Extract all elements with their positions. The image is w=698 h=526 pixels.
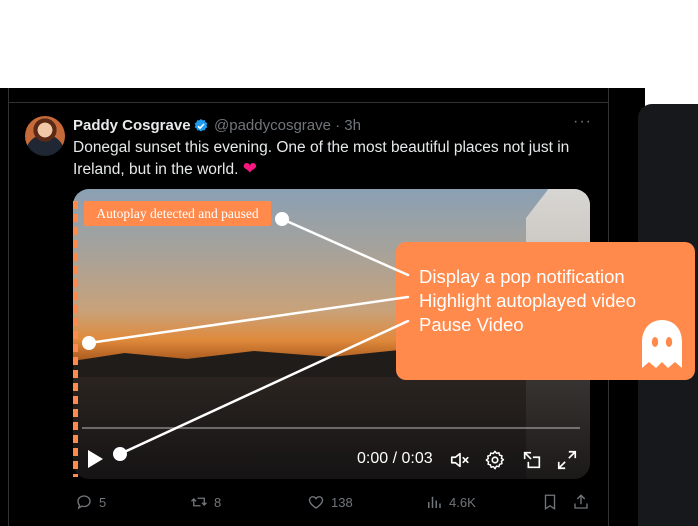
heart-emoji: ❤ — [242, 159, 257, 178]
share-icon — [574, 494, 588, 509]
muted-speaker-icon[interactable] — [449, 449, 471, 471]
handle-and-time[interactable]: @paddycosgrave · 3h — [214, 117, 361, 134]
repost-icon — [191, 497, 207, 507]
views-button[interactable]: 4.6K — [425, 493, 476, 511]
ghost-icon — [642, 320, 682, 368]
popup-line-highlight: Highlight autoplayed video — [419, 290, 637, 311]
popup-line-pause: Pause Video — [419, 314, 524, 335]
autoplay-highlight-border — [73, 201, 78, 477]
tweet-divider — [8, 102, 608, 103]
bookmark-button[interactable] — [541, 493, 559, 511]
like-button[interactable]: 138 — [307, 493, 353, 511]
more-options-button[interactable]: ··· — [573, 113, 592, 131]
timeline-border-left — [8, 88, 9, 526]
views-chart-icon — [428, 496, 441, 508]
repost-button[interactable]: 8 — [190, 493, 221, 511]
play-icon[interactable] — [86, 449, 104, 469]
picture-in-picture-icon[interactable] — [521, 449, 543, 471]
autoplay-notice: Autoplay detected and paused — [84, 201, 271, 226]
tweet-body: Donegal sunset this evening. One of the … — [73, 139, 570, 178]
reply-icon — [77, 495, 91, 510]
avatar[interactable] — [25, 116, 65, 156]
share-button[interactable] — [572, 493, 590, 511]
popup-line-notification: Display a pop notification — [419, 266, 625, 287]
heart-outline-icon — [308, 496, 324, 509]
gear-icon[interactable] — [484, 449, 506, 471]
reply-button[interactable]: 5 — [75, 493, 106, 511]
reply-count: 5 — [99, 494, 107, 510]
video-progress-bar[interactable] — [82, 427, 580, 429]
verified-badge-icon — [194, 119, 208, 132]
like-count: 138 — [331, 494, 353, 510]
repost-count: 8 — [214, 494, 222, 510]
expand-icon[interactable] — [556, 449, 578, 471]
bookmark-icon — [544, 494, 556, 511]
author-name[interactable]: Paddy Cosgrave — [73, 117, 191, 134]
video-timestamp: 0:00 / 0:03 — [357, 450, 433, 467]
tweet-text: Donegal sunset this evening. One of the … — [73, 137, 593, 180]
view-count: 4.6K — [449, 494, 476, 510]
